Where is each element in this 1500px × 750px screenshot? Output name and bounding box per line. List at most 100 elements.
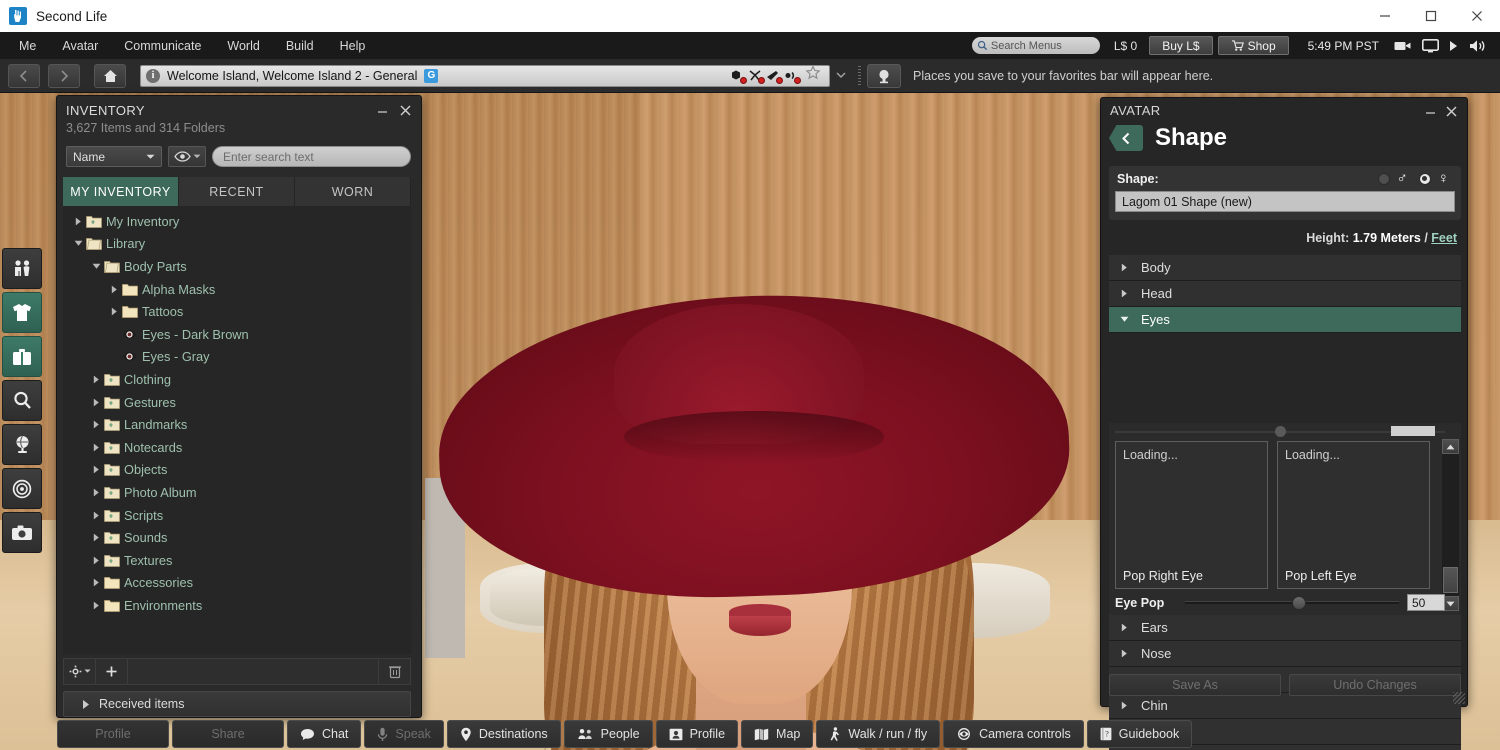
menu-avatar[interactable]: Avatar	[49, 35, 111, 57]
inventory-tree-row[interactable]: Sounds	[63, 526, 411, 549]
bottom-button-map[interactable]: Map	[741, 720, 813, 748]
avatar-close-button[interactable]	[1442, 102, 1460, 120]
avatar-minimize-button[interactable]	[1421, 102, 1439, 120]
triangle-right-icon[interactable]	[89, 398, 103, 407]
search-menus-input[interactable]: Search Menus	[972, 37, 1100, 54]
preview-pop-right-eye[interactable]: Loading... Pop Right Eye	[1115, 441, 1268, 589]
minimize-window-button[interactable]	[1362, 0, 1408, 32]
toolstrip-outfits-button[interactable]	[2, 292, 42, 333]
location-history-dropdown[interactable]	[830, 66, 852, 86]
inventory-tree-row[interactable]: Gestures	[63, 391, 411, 414]
back-button[interactable]	[1109, 125, 1143, 151]
inventory-trash-button[interactable]	[378, 659, 410, 684]
bottom-button-camera-controls[interactable]: Camera controls	[943, 720, 1084, 748]
menu-me[interactable]: Me	[6, 35, 49, 57]
triangle-right-icon[interactable]	[89, 601, 103, 610]
triangle-down-icon[interactable]	[89, 263, 103, 270]
media-screen-icon[interactable]	[1422, 39, 1439, 53]
nav-home-button[interactable]	[94, 64, 126, 88]
triangle-right-icon[interactable]	[89, 443, 103, 452]
eye-pop-slider-thumb[interactable]	[1292, 596, 1306, 610]
triangle-right-icon[interactable]	[107, 285, 121, 294]
close-window-button[interactable]	[1454, 0, 1500, 32]
received-items-panel[interactable]: Received items	[63, 691, 411, 717]
location-bar[interactable]: i Welcome Island, Welcome Island 2 - Gen…	[140, 65, 830, 87]
buy-linden-button[interactable]: Buy L$	[1149, 36, 1212, 55]
bottom-button-people[interactable]: People	[564, 720, 653, 748]
inventory-folder-tree[interactable]: My InventoryLibraryBody PartsAlpha Masks…	[63, 206, 411, 654]
media-camera-icon[interactable]	[1394, 39, 1412, 52]
height-unit-toggle[interactable]: Feet	[1431, 231, 1457, 245]
menu-communicate[interactable]: Communicate	[111, 35, 214, 57]
accordion-body[interactable]: Body	[1109, 255, 1461, 281]
inventory-tree-row[interactable]: Textures	[63, 549, 411, 572]
toolstrip-people-button[interactable]	[2, 248, 42, 289]
inventory-tree-row[interactable]: Objects	[63, 459, 411, 482]
accordion-head[interactable]: Head	[1109, 281, 1461, 307]
inventory-visibility-button[interactable]	[168, 146, 206, 167]
eyes-scrollbar[interactable]	[1442, 439, 1459, 611]
menu-build[interactable]: Build	[273, 35, 327, 57]
female-radio[interactable]	[1419, 173, 1431, 185]
inventory-close-button[interactable]	[396, 101, 414, 119]
shape-name-field[interactable]: Lagom 01 Shape (new)	[1115, 191, 1455, 212]
inventory-tree-row[interactable]: Eyes - Dark Brown	[63, 323, 411, 346]
triangle-right-icon[interactable]	[89, 488, 103, 497]
bottom-button-profile[interactable]: Profile	[656, 720, 738, 748]
eye-pop-slider[interactable]	[1185, 601, 1399, 604]
triangle-right-icon[interactable]	[89, 556, 103, 565]
accordion-eyes[interactable]: Eyes	[1109, 307, 1461, 333]
bottom-button-chat[interactable]: Chat	[287, 720, 361, 748]
accordion-ears[interactable]: Ears	[1109, 615, 1461, 641]
no-fly-icon[interactable]	[765, 68, 782, 83]
toolbar-drag-handle[interactable]	[858, 66, 861, 86]
inventory-tree-row[interactable]: Library	[63, 233, 411, 256]
floater-resize-grip[interactable]	[1453, 692, 1465, 704]
tab-recent[interactable]: RECENT	[179, 177, 295, 206]
tab-worn[interactable]: WORN	[295, 177, 411, 206]
inventory-tree-row[interactable]: Scripts	[63, 504, 411, 527]
inventory-tree-row[interactable]: Clothing	[63, 368, 411, 391]
accordion-nose[interactable]: Nose	[1109, 641, 1461, 667]
eye-pop-value[interactable]: 50	[1407, 594, 1445, 611]
accordion-chin[interactable]: Chin	[1109, 693, 1461, 719]
no-voice-icon[interactable]	[783, 68, 800, 83]
triangle-right-icon[interactable]	[89, 511, 103, 520]
favorites-globe-button[interactable]	[867, 64, 901, 88]
inventory-tree-row[interactable]: Accessories	[63, 572, 411, 595]
toolstrip-mini-map-button[interactable]	[2, 468, 42, 509]
inventory-tree-row[interactable]: Environments	[63, 594, 411, 617]
male-radio[interactable]	[1378, 173, 1390, 185]
triangle-right-icon[interactable]	[71, 217, 85, 226]
bottom-button-destinations[interactable]: Destinations	[447, 720, 561, 748]
nav-forward-button[interactable]	[48, 64, 80, 88]
inventory-search-input[interactable]	[223, 150, 400, 164]
bottom-button-guidebook[interactable]: ?Guidebook	[1087, 720, 1192, 748]
no-scripts-icon[interactable]	[747, 68, 764, 83]
menu-world[interactable]: World	[214, 35, 272, 57]
inventory-search-box[interactable]	[212, 146, 411, 167]
inventory-tree-row[interactable]: My Inventory	[63, 210, 411, 233]
toolstrip-world-map-button[interactable]	[2, 424, 42, 465]
triangle-right-icon[interactable]	[89, 578, 103, 587]
inventory-tree-row[interactable]: Notecards	[63, 436, 411, 459]
undo-changes-button[interactable]: Undo Changes	[1289, 674, 1461, 696]
inventory-tree-row[interactable]: Alpha Masks	[63, 278, 411, 301]
inventory-tree-row[interactable]: Body Parts	[63, 255, 411, 278]
triangle-right-icon[interactable]	[89, 420, 103, 429]
scrollbar-thumb[interactable]	[1443, 567, 1458, 593]
volume-speaker-icon[interactable]	[1469, 39, 1487, 53]
inventory-tree-row[interactable]: Photo Album	[63, 481, 411, 504]
scroll-up-button[interactable]	[1442, 439, 1459, 454]
no-build-icon[interactable]	[729, 68, 746, 83]
inventory-sort-dropdown[interactable]: Name	[66, 146, 162, 167]
menu-help[interactable]: Help	[327, 35, 379, 57]
maximize-window-button[interactable]	[1408, 0, 1454, 32]
inventory-tree-row[interactable]: Eyes - Gray	[63, 346, 411, 369]
toolstrip-inventory-button[interactable]	[2, 336, 42, 377]
clipped-slider-row[interactable]	[1115, 424, 1445, 438]
toolstrip-search-button[interactable]	[2, 380, 42, 421]
toolstrip-snapshot-button[interactable]	[2, 512, 42, 553]
shop-button[interactable]: Shop	[1218, 36, 1289, 55]
triangle-right-icon[interactable]	[89, 375, 103, 384]
